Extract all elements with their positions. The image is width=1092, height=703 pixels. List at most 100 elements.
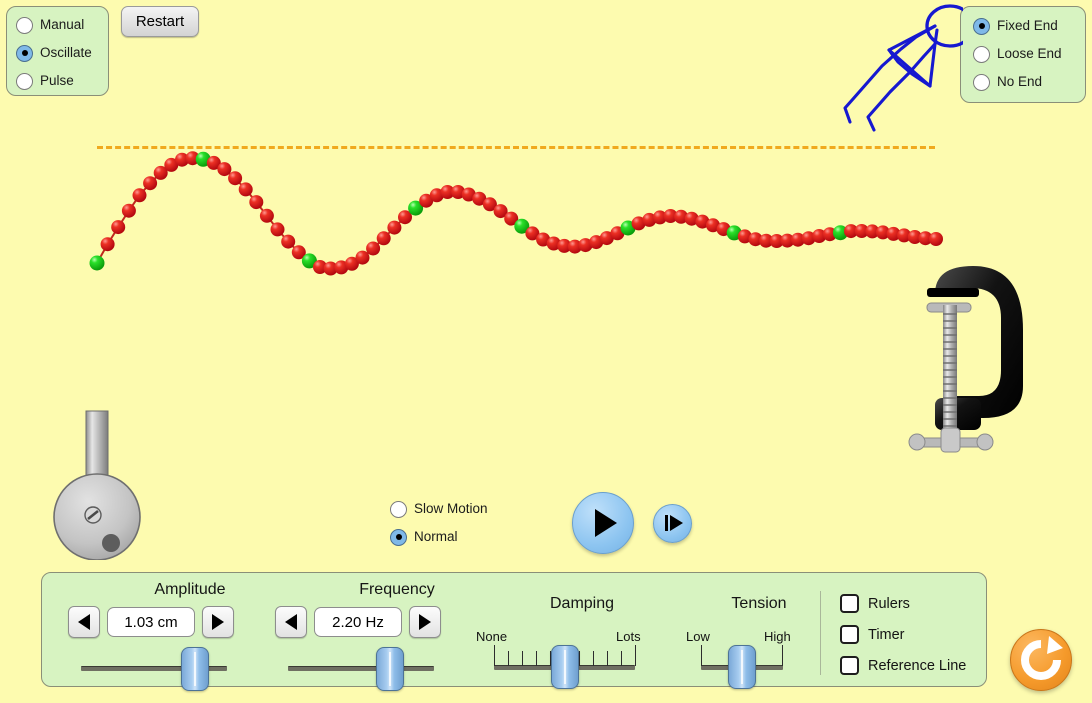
radio-normal-indicator[interactable] <box>390 528 407 546</box>
checkbox-timer-label: Timer <box>868 626 905 643</box>
bead[interactable] <box>366 241 381 256</box>
radio-pulse[interactable]: Pulse <box>16 67 108 95</box>
tension-slider-thumb[interactable] <box>728 645 756 689</box>
checkbox-rulers[interactable]: Rulers <box>840 594 910 613</box>
radio-loose-end-indicator[interactable] <box>973 45 990 63</box>
bead[interactable] <box>228 171 243 186</box>
speed-radio-group: Slow Motion Normal <box>390 495 510 553</box>
amplitude-slider-thumb[interactable] <box>181 647 209 691</box>
checkbox-rulers-box[interactable] <box>840 594 859 613</box>
frequency-slider-track[interactable] <box>288 666 434 671</box>
frequency-readout[interactable]: 2.20 Hz <box>314 607 402 637</box>
bead[interactable] <box>281 234 296 249</box>
amplitude-readout[interactable]: 1.03 cm <box>107 607 195 637</box>
bead[interactable] <box>238 182 253 197</box>
radio-normal-label: Normal <box>414 529 458 545</box>
radio-no-end-label: No End <box>997 74 1043 90</box>
restart-button[interactable]: Restart <box>121 6 199 37</box>
radio-slow-motion[interactable]: Slow Motion <box>390 495 510 523</box>
mode-radio-panel: Manual Oscillate Pulse <box>6 6 109 96</box>
damping-tick <box>620 651 622 666</box>
frequency-slider-thumb[interactable] <box>376 647 404 691</box>
damping-tick <box>522 651 524 666</box>
damping-slider-thumb[interactable] <box>551 645 579 689</box>
arrow-left-icon <box>285 614 297 630</box>
bead[interactable] <box>270 222 285 237</box>
bead-group[interactable] <box>89 151 944 276</box>
bead[interactable] <box>143 176 158 191</box>
radio-pulse-indicator[interactable] <box>16 72 33 90</box>
radio-pulse-label: Pulse <box>40 73 74 89</box>
tension-max-label: High <box>764 629 791 644</box>
damping-min-label: None <box>476 629 508 644</box>
frequency-title: Frequency <box>359 581 435 598</box>
damping-tick <box>508 651 510 666</box>
reset-all-button[interactable] <box>1010 629 1072 691</box>
step-forward-button[interactable] <box>653 504 692 543</box>
end-type-radio-panel: Fixed End Loose End No End <box>960 6 1086 103</box>
bead[interactable] <box>217 162 232 177</box>
radio-no-end-indicator[interactable] <box>973 73 990 91</box>
arrow-left-icon <box>78 614 90 630</box>
tension-title: Tension <box>731 595 787 612</box>
frequency-increment-button[interactable] <box>409 606 441 638</box>
checkbox-reference-line[interactable]: Reference Line <box>840 656 966 675</box>
tension-tick-low <box>701 645 702 666</box>
amplitude-title: Amplitude <box>154 581 226 598</box>
bead[interactable] <box>249 195 264 210</box>
reset-circular-arrow-icon <box>1021 636 1063 680</box>
radio-loose-end[interactable]: Loose End <box>973 40 1085 68</box>
bead[interactable] <box>355 250 370 265</box>
damping-tick <box>635 645 636 666</box>
frequency-decrement-button[interactable] <box>275 606 307 638</box>
checkbox-reference-line-box[interactable] <box>840 656 859 675</box>
radio-oscillate-label: Oscillate <box>40 45 92 61</box>
radio-manual-label: Manual <box>40 17 85 33</box>
radio-fixed-end[interactable]: Fixed End <box>973 12 1085 40</box>
bottom-control-panel: Amplitude 1.03 cm Frequency 2.20 Hz Damp… <box>41 572 987 691</box>
bead[interactable] <box>132 188 147 203</box>
reference-line-dashed <box>97 146 935 149</box>
oscillator-wrench[interactable] <box>52 405 144 560</box>
bead[interactable] <box>111 220 126 235</box>
radio-manual-indicator[interactable] <box>16 16 33 34</box>
radio-slow-motion-indicator[interactable] <box>390 500 407 518</box>
radio-oscillate[interactable]: Oscillate <box>16 39 108 67</box>
bead[interactable] <box>121 203 136 218</box>
panel-divider <box>820 591 821 675</box>
radio-normal[interactable]: Normal <box>390 523 510 551</box>
bead[interactable] <box>259 208 274 223</box>
amplitude-decrement-button[interactable] <box>68 606 100 638</box>
radio-oscillate-indicator[interactable] <box>16 44 33 62</box>
damping-title: Damping <box>549 595 615 612</box>
bead[interactable] <box>376 231 391 246</box>
radio-slow-motion-label: Slow Motion <box>414 501 488 517</box>
step-forward-icon <box>665 515 668 531</box>
amplitude-increment-button[interactable] <box>202 606 234 638</box>
checkbox-timer[interactable]: Timer <box>840 625 905 644</box>
radio-fixed-end-indicator[interactable] <box>973 17 990 35</box>
bead[interactable] <box>387 220 402 235</box>
amplitude-spinner: 1.03 cm <box>68 606 234 638</box>
bead[interactable] <box>100 237 115 252</box>
bead[interactable] <box>929 232 943 246</box>
frequency-spinner: 2.20 Hz <box>275 606 441 638</box>
damping-max-label: Lots <box>616 629 641 644</box>
tension-min-label: Low <box>686 629 710 644</box>
checkbox-timer-box[interactable] <box>840 625 859 644</box>
radio-no-end[interactable]: No End <box>973 68 1085 96</box>
handdrawn-arrow-annotation <box>843 4 963 132</box>
damping-tick <box>494 645 495 666</box>
step-forward-icon-triangle <box>670 515 683 531</box>
radio-manual[interactable]: Manual <box>16 11 108 39</box>
damping-tick <box>536 651 538 666</box>
tension-tick-high <box>782 645 783 666</box>
radio-loose-end-label: Loose End <box>997 46 1062 62</box>
c-clamp <box>908 266 1023 453</box>
play-button[interactable] <box>572 492 634 554</box>
marker-bead[interactable] <box>89 255 105 271</box>
damping-tick <box>592 651 594 666</box>
checkbox-reference-line-label: Reference Line <box>868 657 967 674</box>
arrow-right-icon <box>212 614 224 630</box>
radio-fixed-end-label: Fixed End <box>997 18 1058 34</box>
